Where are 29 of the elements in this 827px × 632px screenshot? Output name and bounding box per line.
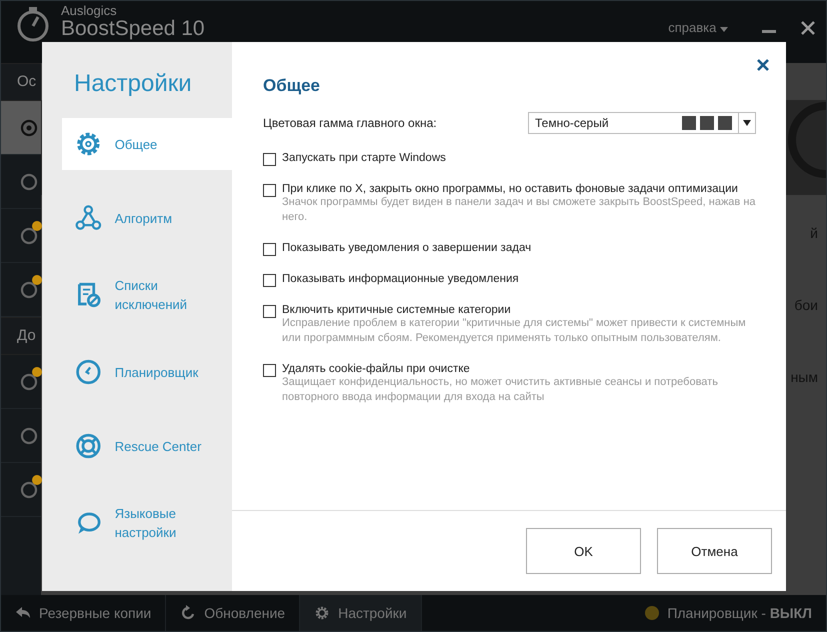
ok-button[interactable]: OK <box>526 528 641 574</box>
nav-item[interactable]: Rescue Center <box>62 420 232 472</box>
nav-item[interactable]: Списки исключений <box>62 266 232 324</box>
option-label[interactable]: Показывать уведомления о завершении задач <box>282 242 532 254</box>
color-scheme-label: Цветовая гамма главного окна: <box>263 116 437 130</box>
section-header: До <box>1 317 41 355</box>
nav-item[interactable]: Планировщик <box>62 346 232 398</box>
option-hint: Значок программы будет виден в панели задач и вы сможете закрыть BoostSpeed, нажав на него. <box>282 195 756 225</box>
option-hint: Защищает конфиденциальность, но может очистить активные сеансы и потребовать повторного ввода информации для входа на сайты <box>282 375 719 405</box>
section-heading: Общее <box>263 76 321 96</box>
cancel-button[interactable]: Отмена <box>657 528 772 574</box>
color-scheme-dropdown[interactable]: Темно-серый <box>528 112 756 134</box>
nav-item[interactable]: Языковые настройки <box>62 494 232 552</box>
bottom-tab[interactable]: Настройки <box>300 595 422 631</box>
option-label[interactable]: Запускать при старте Windows <box>282 152 446 164</box>
product-name: BoostSpeed 10 <box>61 18 205 40</box>
option-label[interactable]: Показывать информационные уведомления <box>282 273 519 285</box>
nav-item[interactable]: Алгоритм <box>62 192 232 244</box>
scheduler-status[interactable]: Планировщик - ВЫКЛ <box>667 605 812 621</box>
bottom-tab[interactable]: Резервные копии <box>1 595 166 631</box>
brand-name: Auslogics <box>61 4 118 18</box>
help-menu[interactable]: справка <box>668 20 728 35</box>
option-label[interactable]: При клике по X, закрыть окно программы, но оставить фоновые задачи оптимизации <box>282 183 756 195</box>
section-header: Ос <box>1 63 41 101</box>
option-hint: Исправление проблем в категории "критичные для системы" может привести к системным или программным сбоям. Рекомендуется применять только опытным пользователям. <box>282 316 747 346</box>
nav-item[interactable]: Общее <box>62 118 232 170</box>
dialog-title: Настройки <box>73 69 193 99</box>
option-label[interactable]: Включить критичные системные категории <box>282 304 756 316</box>
option-label[interactable]: Удалять cookie-файлы при очистке <box>282 363 756 375</box>
